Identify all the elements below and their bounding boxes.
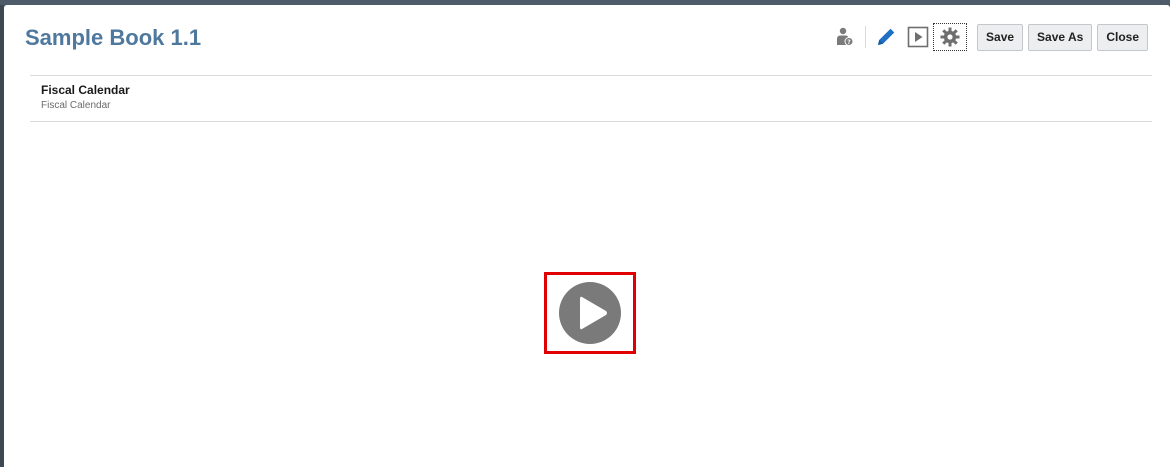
svg-text:?: ? <box>847 39 851 46</box>
gear-icon-focus <box>933 23 968 51</box>
calendar-name[interactable]: Fiscal Calendar <box>41 83 130 97</box>
toolbar: ? Save Save As Close <box>829 23 1148 51</box>
book-dialog: Sample Book 1.1 ? Save Save As Close Fis… <box>4 5 1170 467</box>
pencil-icon[interactable] <box>870 23 902 51</box>
divider <box>30 121 1152 122</box>
calendar-description: Fiscal Calendar <box>41 100 111 111</box>
play-circle-icon <box>559 282 621 344</box>
play-square-icon[interactable] <box>902 23 934 51</box>
page-title: Sample Book 1.1 <box>25 25 202 50</box>
gear-icon[interactable] <box>933 23 968 51</box>
play-button[interactable] <box>544 272 636 354</box>
save-as-button[interactable]: Save As <box>1028 23 1093 51</box>
close-button[interactable]: Close <box>1097 23 1148 51</box>
toolbar-separator <box>865 26 867 48</box>
user-info-icon[interactable]: ? <box>829 23 861 51</box>
save-button[interactable]: Save <box>977 23 1024 51</box>
divider <box>30 75 1152 76</box>
